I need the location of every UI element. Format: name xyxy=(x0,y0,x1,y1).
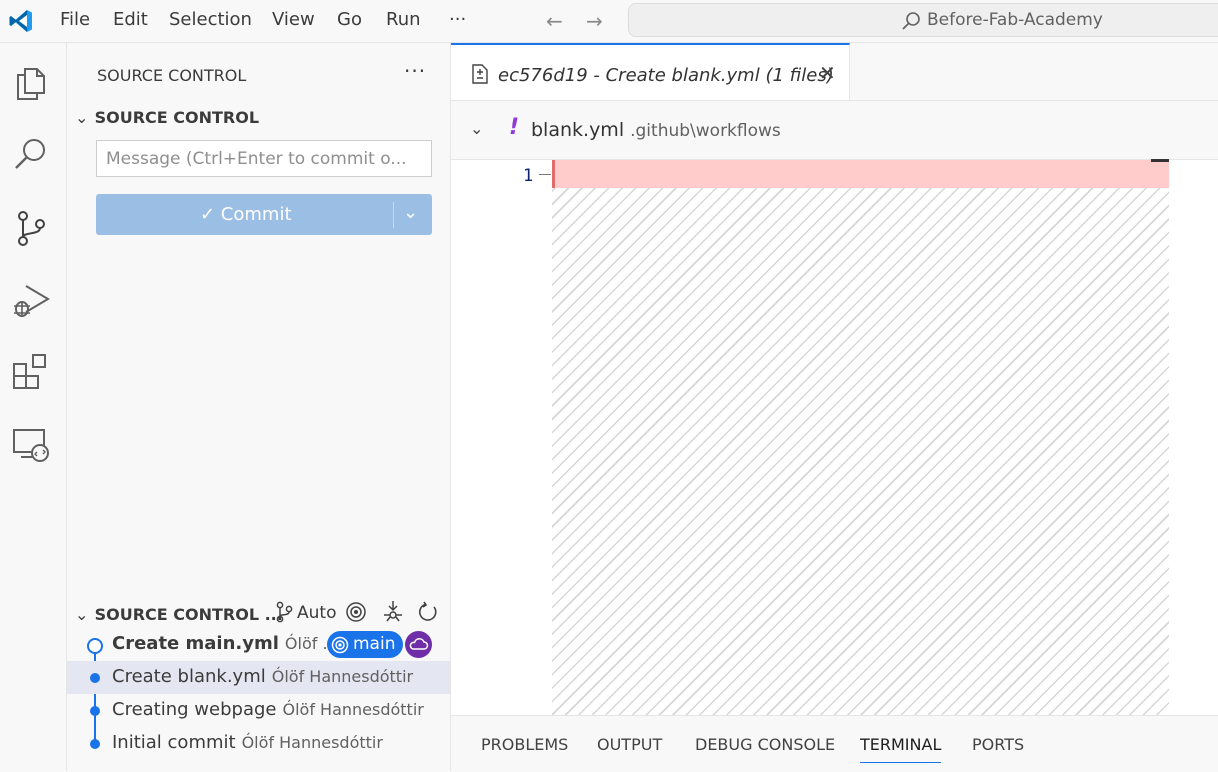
history-item[interactable]: Create main.yml Ólöf ... main xyxy=(67,628,450,661)
history-item[interactable]: Initial commit Ólöf Hannesdóttir xyxy=(67,727,450,760)
remote-explorer-icon[interactable] xyxy=(11,424,51,464)
graph-auto-label[interactable]: Auto xyxy=(297,603,336,623)
target-icon xyxy=(331,636,349,653)
title-bar: File Edit Selection View Go Run ··· ← → … xyxy=(0,0,1218,43)
commit-author: Ólöf Hannesdóttir xyxy=(271,667,414,686)
commit-dot-icon xyxy=(90,739,100,749)
sidebar-more-actions-icon[interactable]: ··· xyxy=(404,59,426,83)
branch-badge-label: main xyxy=(353,634,396,654)
forward-arrow-icon[interactable]: → xyxy=(586,9,603,33)
commit-button-separator xyxy=(393,202,394,228)
menu-more[interactable]: ··· xyxy=(449,9,466,30)
tab-debug-console[interactable]: DEBUG CONSOLE xyxy=(695,735,835,754)
commit-dropdown-chevron-icon[interactable]: ⌄ xyxy=(403,202,418,223)
menu-selection[interactable]: Selection xyxy=(169,9,252,30)
back-arrow-icon[interactable]: ← xyxy=(546,9,563,33)
extensions-icon[interactable] xyxy=(11,352,51,392)
vscode-logo-icon xyxy=(9,10,32,32)
empty-diff-area xyxy=(552,188,1169,715)
commit-author: Ólöf Hannesdóttir xyxy=(241,733,383,752)
sidebar-title: SOURCE CONTROL xyxy=(97,66,247,85)
section-title: SOURCE CONTROL xyxy=(94,108,260,127)
graph-section-header[interactable]: ⌄ SOURCE CONTROL ... xyxy=(75,605,283,624)
menu-view[interactable]: View xyxy=(272,9,315,30)
branch-badge: main xyxy=(327,631,404,658)
commit-message: Create blank.yml xyxy=(112,666,266,687)
source-control-icon[interactable] xyxy=(11,208,51,248)
explorer-icon[interactable] xyxy=(11,63,51,103)
removed-line[interactable] xyxy=(552,160,1169,188)
panel-tab-bar: PROBLEMS OUTPUT DEBUG CONSOLE TERMINAL P… xyxy=(451,715,1218,772)
commit-button-label: ✓ Commit xyxy=(200,204,292,225)
tab-commit-diff[interactable]: ec576d19 - Create blank.yml (1 files) ✕ xyxy=(451,43,850,100)
tab-bar: ec576d19 - Create blank.yml (1 files) ✕ xyxy=(451,43,1218,101)
search-icon xyxy=(902,12,920,30)
menu-file[interactable]: File xyxy=(60,9,90,30)
source-control-section-header[interactable]: ⌄ SOURCE CONTROL xyxy=(75,108,259,127)
tab-ports[interactable]: PORTS xyxy=(972,735,1024,754)
line-number: 1 xyxy=(523,166,534,186)
branch-icon[interactable] xyxy=(274,601,294,623)
editor-area: ec576d19 - Create blank.yml (1 files) ✕ … xyxy=(451,43,1218,715)
search-icon[interactable] xyxy=(11,134,51,174)
commit-dot-icon xyxy=(90,673,100,683)
file-name: blank.yml xyxy=(531,119,625,141)
gutter-marker xyxy=(539,174,551,175)
commit-button[interactable]: ✓ Commit ⌄ xyxy=(96,194,432,235)
close-icon[interactable]: ✕ xyxy=(819,61,836,85)
menu-edit[interactable]: Edit xyxy=(113,9,148,30)
commit-message: Initial commit xyxy=(112,732,236,753)
source-control-sidebar: SOURCE CONTROL ··· ⌄ SOURCE CONTROL ✓ Co… xyxy=(67,43,451,771)
commit-message-input[interactable] xyxy=(96,140,432,177)
fetch-icon[interactable] xyxy=(382,599,404,623)
chevron-down-icon: ⌄ xyxy=(75,605,89,624)
history-item[interactable]: Create blank.yml Ólöf Hannesdóttir xyxy=(67,661,450,694)
tab-output[interactable]: OUTPUT xyxy=(597,735,662,754)
menu-run[interactable]: Run xyxy=(386,9,421,30)
overview-ruler-mark xyxy=(1151,159,1169,162)
menu-go[interactable]: Go xyxy=(337,9,362,30)
tab-title: ec576d19 - Create blank.yml (1 files) xyxy=(498,65,834,86)
head-commit-ring-icon xyxy=(87,638,103,654)
command-center-search[interactable]: Before-Fab-Academy xyxy=(628,3,1218,37)
run-debug-icon[interactable] xyxy=(11,280,51,320)
refresh-icon[interactable] xyxy=(417,601,439,623)
tab-problems[interactable]: PROBLEMS xyxy=(481,735,568,754)
commit-message: Create main.yml xyxy=(112,633,279,654)
commit-dot-icon xyxy=(90,706,100,716)
file-path: .github\workflows xyxy=(630,121,781,141)
commit-message: Creating webpage xyxy=(112,699,277,720)
search-text: Before-Fab-Academy xyxy=(927,10,1103,30)
yaml-file-icon: ! xyxy=(509,115,520,140)
chevron-down-icon[interactable]: ⌄ xyxy=(470,119,483,138)
graph-title: SOURCE CONTROL ... xyxy=(94,605,283,624)
target-icon[interactable] xyxy=(345,601,367,623)
activity-bar xyxy=(0,43,67,771)
commit-author: Ólöf Hannesdóttir xyxy=(282,700,424,719)
file-header[interactable]: ⌄ ! blank.yml .github\workflows xyxy=(451,101,1218,160)
cloud-icon xyxy=(405,631,432,658)
diff-file-icon xyxy=(472,64,488,84)
history-item[interactable]: Creating webpage Ólöf Hannesdóttir xyxy=(67,694,450,727)
chevron-down-icon: ⌄ xyxy=(75,108,89,127)
tab-terminal[interactable]: TERMINAL xyxy=(860,735,942,763)
